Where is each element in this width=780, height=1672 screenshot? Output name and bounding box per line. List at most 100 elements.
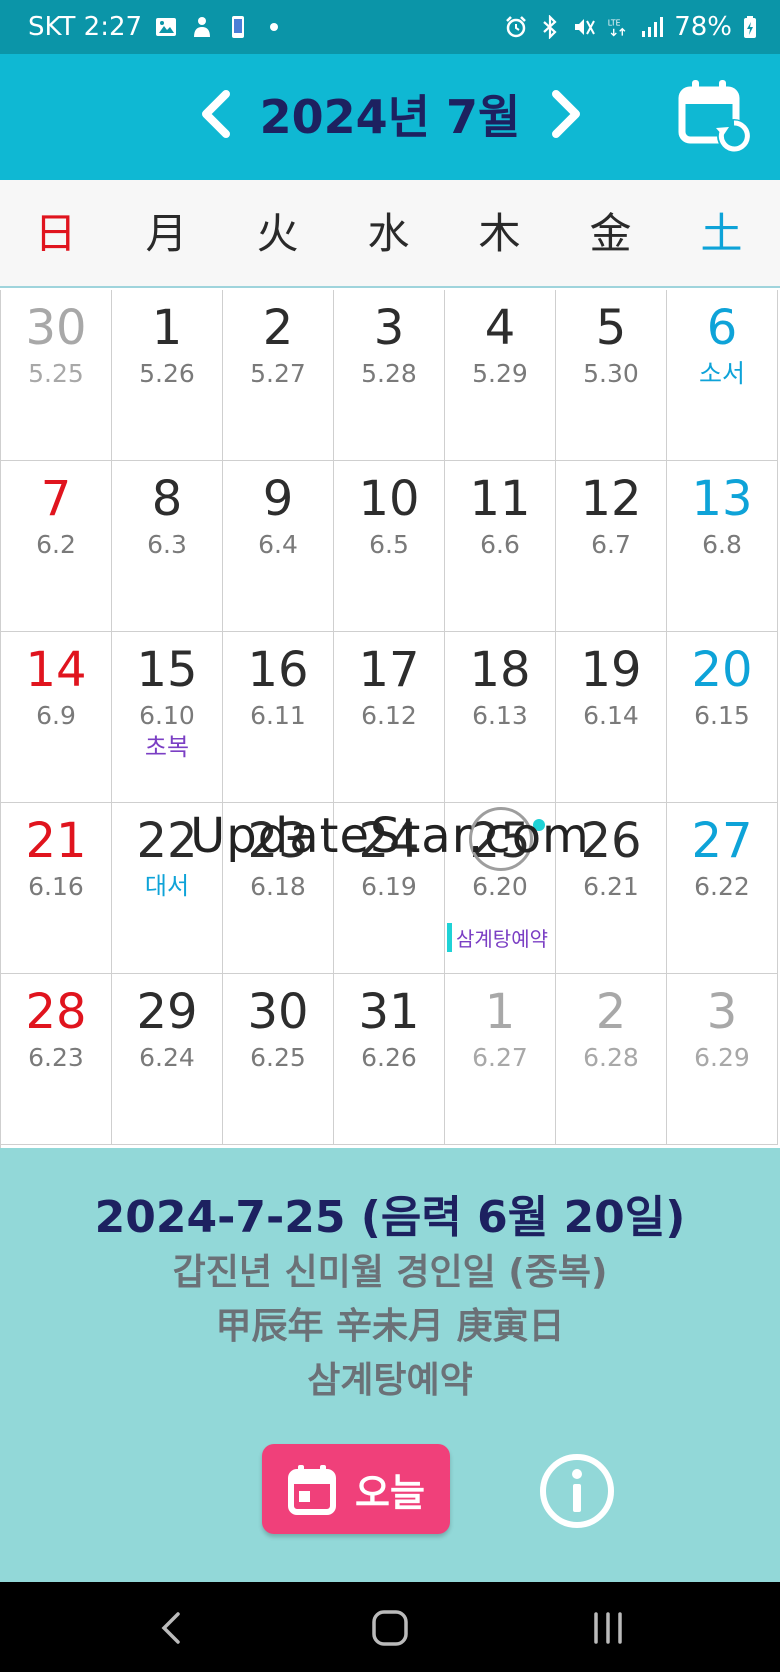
next-month-button[interactable] [536,84,596,144]
battery-percent: 78% [674,12,732,42]
calendar-day-cell[interactable]: 6 소서 [667,290,778,461]
home-icon[interactable] [366,1604,414,1652]
weekday-thu: 木 [478,209,521,258]
weekday-sun: 日 [34,209,77,258]
calendar-day-cell[interactable]: 27 6.22 [667,803,778,974]
calendar-day-cell[interactable]: 2 6.28 [556,974,667,1145]
day-number: 10 [358,471,420,527]
calendar-day-cell[interactable]: 10 6.5 [334,461,445,632]
calendar-day-cell[interactable]: 9 6.4 [223,461,334,632]
day-number: 14 [25,642,87,698]
calendar-day-cell[interactable]: 4 5.29 [445,290,556,461]
lunar-date: 6.29 [694,1043,750,1072]
calendar-day-cell[interactable]: 2 5.27 [223,290,334,461]
lunar-date: 6.7 [591,530,631,559]
day-number: 27 [691,813,753,869]
day-note: 초복 [144,733,190,761]
system-nav-bar [0,1582,780,1672]
calendar-day-cell[interactable]: 3 5.28 [334,290,445,461]
calendar-day-cell[interactable]: 1 5.26 [112,290,223,461]
lunar-date: 6.26 [361,1043,417,1072]
calendar-day-cell[interactable]: 7 6.2 [1,461,112,632]
today-button[interactable]: 오늘 [262,1444,450,1534]
lunar-date: 6.24 [139,1043,195,1072]
lunar-date: 5.28 [361,359,417,388]
previous-month-button[interactable] [186,84,246,144]
svg-text:LTE: LTE [608,18,621,27]
calendar-day-cell[interactable]: 31 6.26 [334,974,445,1145]
calendar-day-cell[interactable]: 30 5.25 [1,290,112,461]
lunar-date: 6.3 [147,530,187,559]
calendar-day-cell[interactable]: 28 6.23 [1,974,112,1145]
day-number: 3 [706,984,738,1040]
image-icon [156,18,177,36]
day-number: 1 [484,984,516,1040]
weekday-mon: 月 [145,209,188,258]
chevron-right-icon [552,90,580,138]
calendar-day-cell[interactable]: 8 6.3 [112,461,223,632]
calendar-day-cell[interactable]: 29 6.24 [112,974,223,1145]
lunar-date: 6.9 [36,701,76,730]
lunar-date: 6.20 [472,872,528,901]
day-number: 20 [691,642,753,698]
day-number: 28 [25,984,87,1040]
calendar-header: 2024년 7월 [0,54,780,180]
weekday-sat: 土 [700,209,743,258]
calendar-day-cell[interactable]: 19 6.14 [556,632,667,803]
lunar-date: 6.10 [139,701,195,730]
calendar-day-cell[interactable]: 14 6.9 [1,632,112,803]
lunar-date: 6.13 [472,701,528,730]
day-number: 6 [706,300,738,356]
status-bar: SKT 2:27 LTE 78% [0,0,780,54]
calendar-day-cell[interactable]: 12 6.7 [556,461,667,632]
back-icon[interactable] [148,1604,196,1652]
calendar-day-cell[interactable]: 15 6.10 초복 [112,632,223,803]
ganji-korean: 갑진년 신미월 경인일 (중복) [172,1252,608,1293]
calendar-day-cell[interactable]: 24 6.19 [334,803,445,974]
calendar-day-cell[interactable]: 25 6.20 삼계탕예약 [445,803,556,974]
day-number: 8 [151,471,183,527]
event-dot-icon [533,819,545,831]
calendar-day-cell[interactable]: 21 6.16 [1,803,112,974]
selected-date: 2024-7-25 (음력 6월 20일) [94,1192,686,1243]
event-tag[interactable]: 삼계탕예약 [447,923,548,952]
info-button[interactable] [538,1452,616,1530]
day-number: 17 [358,642,420,698]
phone-icon [232,16,245,38]
dot-icon [270,23,279,31]
day-number: 1 [151,300,183,356]
calendar-day-cell[interactable]: 1 6.27 [445,974,556,1145]
month-title: 2024년 7월 [259,90,521,144]
calendar-day-cell[interactable]: 5 5.30 [556,290,667,461]
calendar-grid: 30 5.25 1 5.26 2 5.27 3 5.28 4 5.29 5 5.30 6 소서 7 6.2 8 6… [0,290,778,1148]
calendar-day-cell[interactable]: 13 6.8 [667,461,778,632]
calendar-day-cell[interactable]: 23 6.18 [223,803,334,974]
lunar-date: 6.19 [361,872,417,901]
day-number: 5 [595,300,627,356]
lunar-date: 6.22 [694,872,750,901]
lunar-date: 6.23 [28,1043,84,1072]
lunar-date: 6.16 [28,872,84,901]
lunar-date: 소서 [698,359,745,388]
calendar-day-cell[interactable]: 3 6.29 [667,974,778,1145]
recents-icon[interactable] [584,1604,632,1652]
calendar-day-cell[interactable]: 17 6.12 [334,632,445,803]
calendar-refresh-button[interactable] [676,76,756,156]
calendar-day-cell[interactable]: 20 6.15 [667,632,778,803]
calendar-day-cell[interactable]: 22 대서 [112,803,223,974]
calendar-day-cell[interactable]: 30 6.25 [223,974,334,1145]
day-number: 16 [247,642,309,698]
alarm-icon [506,16,527,38]
day-number: 9 [262,471,294,527]
day-number: 22 [136,813,198,869]
lunar-date: 5.26 [139,359,195,388]
calendar-day-cell[interactable]: 16 6.11 [223,632,334,803]
calendar-day-cell[interactable]: 18 6.13 [445,632,556,803]
lunar-date: 6.6 [480,530,520,559]
selected-day-ring [469,807,533,871]
calendar-refresh-icon [678,80,751,153]
calendar-day-cell[interactable]: 26 6.21 [556,803,667,974]
lunar-date: 6.8 [702,530,742,559]
mute-icon [575,19,596,35]
calendar-day-cell[interactable]: 11 6.6 [445,461,556,632]
